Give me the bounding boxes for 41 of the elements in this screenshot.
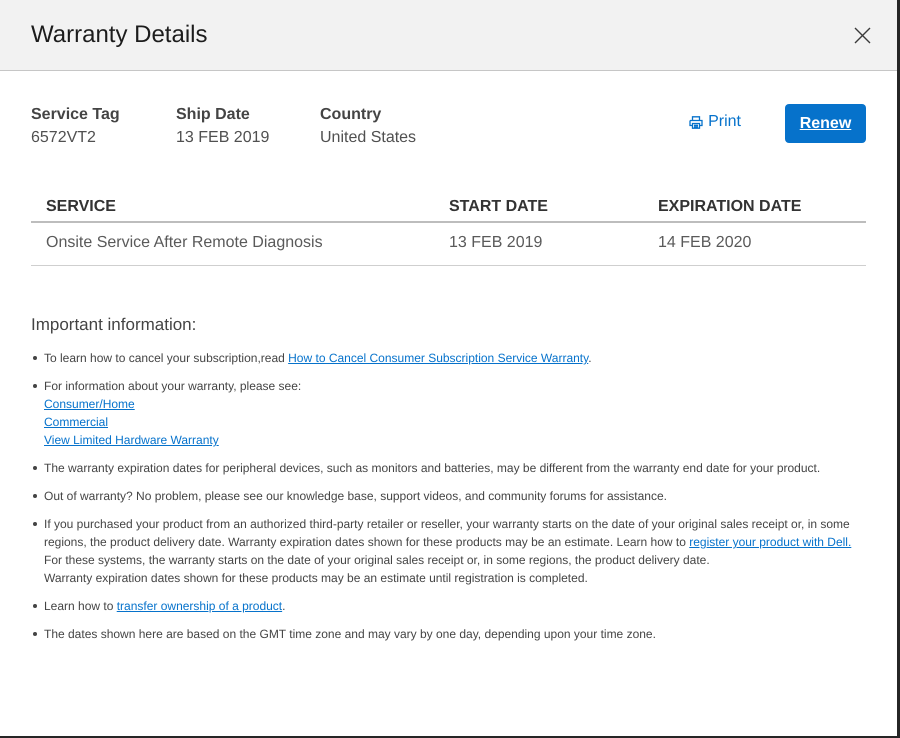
info-text: For information about your warranty, please see: [44,378,302,395]
bullet-icon [33,384,37,388]
text-link[interactable]: Commercial [44,413,108,431]
field-label: Ship Date [176,105,250,125]
info-text: If you purchased your product from an authorized third-party retailer or reseller, your warranty starts on the date of your original sales receipt or, in some regions, the product delivery date. Warranty expiration dates shown for these products may be an estimate. Learn how to register your product with Dell. [44,516,852,551]
field-value: 13 FEB 2019 [176,128,270,148]
table-cell: Onsite Service After Remote Diagnosis [46,234,323,251]
renew-button[interactable]: Renew [785,104,866,143]
info-text: Warranty expiration dates shown for these products may be an estimate until registration is completed. [44,570,588,587]
printer-icon [689,116,704,128]
bullet-icon [33,494,37,498]
close-button[interactable] [853,26,871,44]
bullet-icon [33,466,37,470]
close-icon [854,26,870,44]
text-link[interactable]: register your product with Dell. [689,535,852,549]
field-value: 6572VT2 [31,128,96,148]
info-text: Out of warranty? No problem, please see our knowledge base, support videos, and community forums for assistance. [44,488,667,505]
field-label: Country [320,105,382,125]
field-label: Service Tag [31,105,120,125]
bullet-icon [33,632,37,636]
column-header: START DATE [449,198,548,215]
info-text: The warranty expiration dates for peripheral devices, such as monitors and batteries, may be different from the warranty end date for your product. [44,460,820,477]
table-cell: 14 FEB 2020 [658,234,752,251]
column-header: EXPIRATION DATE [658,198,802,215]
bullet-icon [33,356,37,360]
text-link[interactable]: View Limited Hardware Warranty [44,431,219,449]
print-button[interactable]: Print [689,111,741,133]
info-text: To learn how to cancel your subscription,read How to Cancel Consumer Subscription Service Warranty. [44,350,592,367]
bullet-icon [33,604,37,608]
column-header: SERVICE [46,198,116,215]
section-heading: Important information: [31,314,198,336]
table-cell: 13 FEB 2019 [449,234,542,251]
bullet-icon [33,522,37,526]
text-link[interactable]: How to Cancel Consumer Subscription Service Warranty [288,351,588,365]
info-text: For these systems, the warranty starts on the date of your original sales receipt or, in some regions, the product delivery date. [44,552,710,569]
text-link[interactable]: Consumer/Home [44,395,135,413]
field-value: United States [320,128,416,148]
text-link[interactable]: transfer ownership of a product [116,599,282,613]
info-text: Learn how to transfer ownership of a product. [44,598,286,615]
dialog-title: Warranty Details [31,20,208,50]
info-text: The dates shown here are based on the GMT time zone and may vary by one day, depending upon your time zone. [44,626,656,643]
